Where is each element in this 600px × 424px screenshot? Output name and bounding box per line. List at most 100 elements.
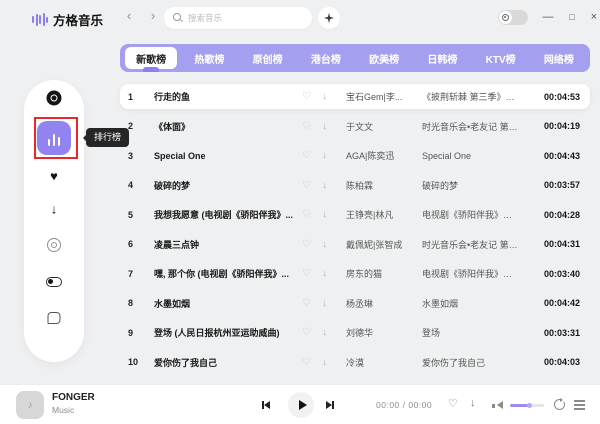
chart-tab-label: 网络榜 xyxy=(544,51,574,66)
chart-tab-label: 热歌榜 xyxy=(194,51,224,66)
chart-tab[interactable]: 港台榜 xyxy=(297,44,355,72)
nav-back-button[interactable]: ‹ xyxy=(122,8,136,23)
sidebar-item-downloads-icon[interactable]: ↓ xyxy=(51,203,58,216)
song-rank: 5 xyxy=(128,210,154,220)
like-icon[interactable]: ♡ xyxy=(302,327,322,338)
chart-tab[interactable]: 热歌榜 xyxy=(180,44,238,72)
minimize-button[interactable]: — xyxy=(540,9,556,25)
song-row[interactable]: 5 我想我愿意 (电视剧《骄阳伴我》... ♡ ↓ 王铮亮|林凡 电视剧《骄阳伴… xyxy=(120,202,590,227)
song-album: 水墨如烟 xyxy=(422,297,524,310)
download-icon[interactable]: ↓ xyxy=(322,268,346,279)
chart-tab[interactable]: KTV榜 xyxy=(472,44,530,72)
like-icon[interactable]: ♡ xyxy=(302,121,322,132)
download-icon[interactable]: ↓ xyxy=(322,327,346,338)
song-duration: 00:03:57 xyxy=(524,180,580,190)
download-icon[interactable]: ↓ xyxy=(322,239,346,250)
song-row[interactable]: 8 水墨如烟 ♡ ↓ 杨丞琳 水墨如烟 00:04:42 xyxy=(120,291,590,316)
like-icon[interactable]: ♡ xyxy=(302,209,322,220)
next-track-button[interactable] xyxy=(326,401,334,409)
like-icon[interactable]: ♡ xyxy=(302,357,322,368)
song-album: 登场 xyxy=(422,326,524,339)
volume-fill xyxy=(510,404,530,407)
song-row[interactable]: 10 爱你伤了我自己 ♡ ↓ 冷漠 爱你伤了我自己 00:04:03 xyxy=(120,350,590,375)
chart-tab-label: KTV榜 xyxy=(486,51,516,66)
download-icon[interactable]: ↓ xyxy=(322,121,346,132)
song-title: 我想我愿意 (电视剧《骄阳伴我》... xyxy=(154,208,302,221)
nav-forward-button[interactable]: › xyxy=(146,8,160,23)
volume-slider[interactable] xyxy=(510,404,544,407)
volume-speaker-icon[interactable] xyxy=(492,401,503,410)
sidebar-item-favorites-heart-icon[interactable]: ♥ xyxy=(50,170,58,183)
like-icon[interactable]: ♡ xyxy=(302,180,322,191)
song-rank: 2 xyxy=(128,121,154,131)
playlist-queue-icon[interactable] xyxy=(574,400,585,402)
search-input[interactable] xyxy=(188,13,303,23)
song-row[interactable]: 4 破碎的梦 ♡ ↓ 陈柏霖 破碎的梦 00:03:57 xyxy=(120,173,590,198)
song-title: 水墨如烟 xyxy=(154,297,302,310)
song-artist: AGA|陈奕迅 xyxy=(346,149,422,162)
sidebar-item-history-icon[interactable] xyxy=(47,238,61,252)
download-icon[interactable]: ↓ xyxy=(322,357,346,368)
download-icon[interactable]: ↓ xyxy=(322,180,346,191)
chart-tab[interactable]: 日韩榜 xyxy=(413,44,471,72)
theme-toggle[interactable] xyxy=(498,10,528,25)
song-artist: 宝石Gem|李... xyxy=(346,90,422,103)
repeat-icon[interactable] xyxy=(554,399,565,410)
player-download-icon[interactable]: ↓ xyxy=(470,397,476,409)
chart-tab[interactable]: 欧美榜 xyxy=(355,44,413,72)
sidebar-item-feedback-icon[interactable] xyxy=(48,312,61,324)
time-display: 00:00 / 00:00 xyxy=(376,400,432,410)
search-box[interactable] xyxy=(164,7,312,29)
song-album: 爱你伤了我自己 xyxy=(422,356,524,369)
download-icon[interactable]: ↓ xyxy=(322,298,346,309)
sidebar-item-rankings-button[interactable] xyxy=(37,121,71,155)
song-artist: 房东的猫 xyxy=(346,267,422,280)
chart-tab-label: 原创榜 xyxy=(253,51,283,66)
song-row[interactable]: 2 《体面》 ♡ ↓ 于文文 时光音乐会•老友记 第1期 00:04:19 xyxy=(120,114,590,139)
player-like-icon[interactable]: ♡ xyxy=(448,397,458,410)
song-row[interactable]: 6 凌晨三点钟 ♡ ↓ 戴佩妮|张智成 时光音乐会•老友记 第2期 00:04:… xyxy=(120,232,590,257)
bar-chart-icon xyxy=(48,139,51,146)
song-album: 电视剧《骄阳伴我》影视原声大碟 xyxy=(422,208,524,221)
song-row[interactable]: 3 Special One ♡ ↓ AGA|陈奕迅 Special One 00… xyxy=(120,143,590,168)
sun-icon xyxy=(502,14,509,21)
sidebar-item-music-disc-icon[interactable] xyxy=(47,91,62,106)
song-duration: 00:04:42 xyxy=(524,298,580,308)
song-title: 破碎的梦 xyxy=(154,179,302,192)
song-rank: 4 xyxy=(128,180,154,190)
play-icon xyxy=(299,400,307,410)
song-artist: 冷漠 xyxy=(346,356,422,369)
song-row[interactable]: 9 登场 (人民日报杭州亚运助威曲) ♡ ↓ 刘德华 登场 00:03:31 xyxy=(120,320,590,345)
song-rank: 8 xyxy=(128,298,154,308)
like-icon[interactable]: ♡ xyxy=(302,239,322,250)
download-icon[interactable]: ↓ xyxy=(322,91,346,102)
search-icon xyxy=(173,13,183,23)
maximize-button[interactable]: □ xyxy=(564,9,580,25)
sidebar: ♥ ↓ xyxy=(24,80,84,362)
song-row[interactable]: 1 行走的鱼 ♡ ↓ 宝石Gem|李... 《披荆斩棘 第三季》第4期 00:0… xyxy=(120,84,590,109)
close-button[interactable]: × xyxy=(586,9,600,25)
like-icon[interactable]: ♡ xyxy=(302,268,322,279)
song-album: 破碎的梦 xyxy=(422,179,524,192)
previous-track-button[interactable] xyxy=(262,401,270,409)
sidebar-item-toggle-icon[interactable] xyxy=(46,277,62,287)
chart-tab[interactable]: 原创榜 xyxy=(239,44,297,72)
ai-sparkle-button[interactable] xyxy=(318,7,340,29)
theme-toggle-knob xyxy=(499,11,512,24)
logo-soundbars-icon xyxy=(32,13,48,27)
song-row[interactable]: 7 嘿, 那个你 (电视剧《骄阳伴我》... ♡ ↓ 房东的猫 电视剧《骄阳伴我… xyxy=(120,261,590,286)
song-title: 爱你伤了我自己 xyxy=(154,356,302,369)
song-list: 1 行走的鱼 ♡ ↓ 宝石Gem|李... 《披荆斩棘 第三季》第4期 00:0… xyxy=(120,84,590,375)
chart-tab-label: 欧美榜 xyxy=(369,51,399,66)
chart-tab[interactable]: 网络榜 xyxy=(530,44,588,72)
like-icon[interactable]: ♡ xyxy=(302,91,322,102)
download-icon[interactable]: ↓ xyxy=(322,150,346,161)
app-logo: 方格音乐 xyxy=(32,10,103,29)
like-icon[interactable]: ♡ xyxy=(302,298,322,309)
like-icon[interactable]: ♡ xyxy=(302,150,322,161)
chart-tab[interactable]: 新歌榜 xyxy=(122,44,180,72)
album-art-placeholder: ♪ xyxy=(16,391,44,419)
chart-tabs: 新歌榜 热歌榜 原创榜 港台榜 欧美榜 日韩榜 KTV榜 网络榜 xyxy=(120,44,590,72)
play-button[interactable] xyxy=(288,392,314,418)
download-icon[interactable]: ↓ xyxy=(322,209,346,220)
